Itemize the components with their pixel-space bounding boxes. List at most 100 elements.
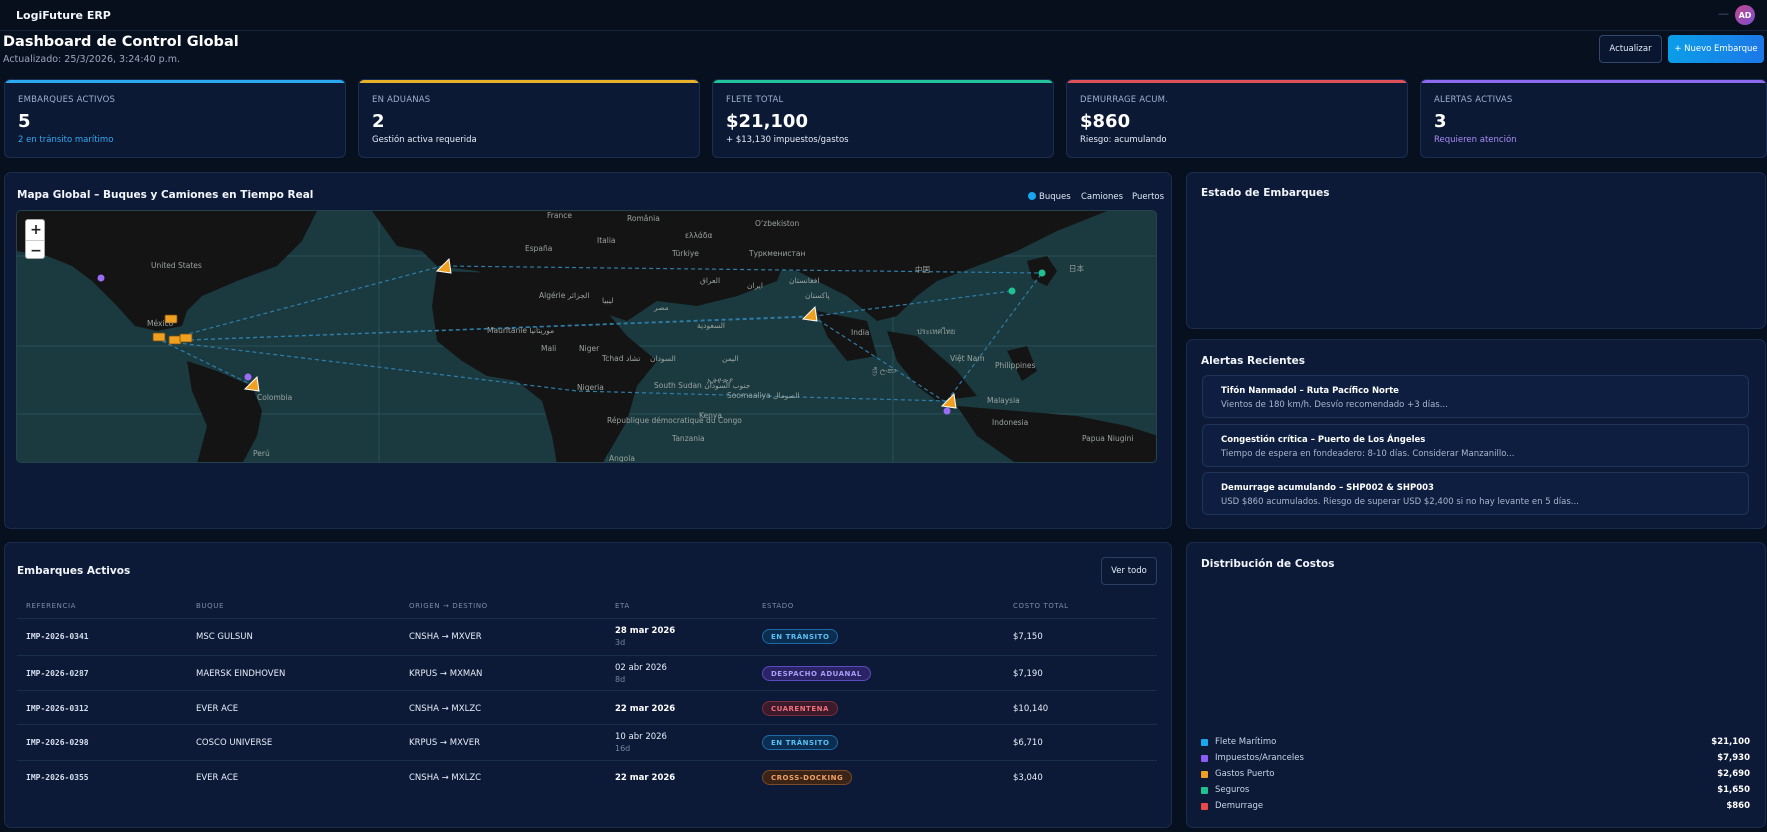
kpi-subtext: Riesgo: acumulando	[1080, 135, 1167, 145]
map-label: العراق	[700, 276, 721, 285]
kpi-card-customs: En Aduanas 2 Gestión activa requerida	[358, 79, 700, 158]
column-header-eta[interactable]: ETA	[615, 602, 630, 610]
last-updated: Actualizado: 25/3/2026, 3:24:40 p.m.	[3, 54, 180, 65]
kpi-value: $21,100	[726, 111, 808, 132]
cell-eta-days: 8d	[615, 675, 626, 684]
map-label: ශ්‍රී ලංකා	[872, 366, 896, 375]
truck-icon[interactable]	[152, 332, 166, 342]
costs-title: Distribución de Costos	[1201, 558, 1335, 570]
cost-amount: $7,930	[1717, 753, 1750, 763]
legend-ships[interactable]: Buques	[1028, 192, 1071, 202]
column-header-status[interactable]: Estado	[762, 602, 794, 610]
kpi-card-freight-total: Flete Total $21,100 + $13,130 impuestos/…	[712, 79, 1054, 158]
kpi-subtext: 2 en tránsito marítimo	[18, 135, 114, 145]
map-label: السعودية	[697, 321, 726, 330]
legend-swatch	[1201, 739, 1208, 746]
world-map[interactable]: + − France România ελλάδα España Italia …	[16, 210, 1157, 463]
cost-amount: $860	[1726, 801, 1750, 811]
map-label: Niger	[579, 344, 600, 353]
kpi-subtext: + $13,130 impuestos/gastos	[726, 135, 849, 145]
ship-icon[interactable]	[801, 305, 818, 322]
map-label: افغانستان	[789, 276, 820, 285]
alert-item[interactable]: Demurrage acumulando – SHP002 & SHP003 U…	[1202, 472, 1749, 515]
map-label: ประเทศไทย	[917, 327, 956, 336]
cost-name: Flete Marítimo	[1215, 737, 1277, 747]
table-row[interactable]: IMP-2026-0312 EVER ACE CNSHA → MXLZC 22 …	[17, 690, 1157, 724]
table-row[interactable]: IMP-2026-0341 MSC GULSUN CNSHA → MXVER 2…	[17, 618, 1157, 652]
zoom-in-button[interactable]: +	[26, 220, 44, 240]
ship-dot-icon	[1028, 192, 1036, 200]
legend-swatch	[1201, 755, 1208, 762]
column-header-reference[interactable]: Referencia	[26, 602, 76, 610]
legend-ports[interactable]: Puertos	[1132, 192, 1164, 202]
cell-eta-days: 16d	[615, 744, 631, 753]
map-label: Tchad تشاد	[602, 354, 641, 363]
cell-reference: IMP-2026-0341	[26, 632, 89, 641]
alert-description: USD $860 acumulados. Riesgo de superar U…	[1221, 497, 1579, 507]
avatar[interactable]: AD	[1735, 5, 1755, 25]
port-marker-icon[interactable]	[244, 373, 252, 381]
map-label: ایران	[747, 281, 763, 290]
zoom-out-button[interactable]: −	[26, 240, 44, 258]
cost-legend-item: Flete Marítimo $21,100	[1201, 737, 1750, 749]
kpi-card-active-shipments: Embarques Activos 5 2 en tránsito maríti…	[4, 79, 346, 158]
kpi-card-active-alerts: Alertas Activas 3 Requieren atención	[1420, 79, 1767, 158]
cell-route: KRPUS → MXMAN	[409, 669, 483, 679]
cell-eta: 02 abr 2026	[615, 663, 667, 673]
cell-eta: 10 abr 2026	[615, 732, 667, 742]
kpi-value: 5	[18, 111, 31, 132]
port-marker-icon[interactable]	[97, 274, 105, 282]
table-row[interactable]: IMP-2026-0298 COSCO UNIVERSE KRPUS → MXV…	[17, 724, 1157, 758]
map-label: South Sudan جنوب السودان	[654, 381, 751, 390]
kpi-value: $860	[1080, 111, 1131, 132]
column-header-cost[interactable]: Costo Total	[1013, 602, 1069, 610]
cell-cost: $10,140	[1013, 704, 1049, 714]
cell-reference: IMP-2026-0355	[26, 773, 89, 782]
column-header-route[interactable]: Origen → Destino	[409, 602, 488, 610]
kpi-label: En Aduanas	[372, 95, 431, 105]
kpi-card-demurrage: Demurrage Acum. $860 Riesgo: acumulando	[1066, 79, 1408, 158]
shipment-status-panel: Estado de Embarques	[1186, 172, 1766, 329]
legend-trucks[interactable]: Camiones	[1081, 192, 1123, 202]
map-label: Algérie الجزائر	[539, 291, 590, 300]
cell-eta-days: 3d	[615, 638, 626, 647]
truck-icon[interactable]	[179, 333, 193, 343]
cost-amount: $21,100	[1711, 737, 1750, 747]
cell-vessel: EVER ACE	[196, 773, 239, 783]
view-all-button[interactable]: Ver todo	[1101, 557, 1157, 585]
map-label: United States	[151, 261, 202, 270]
alert-item[interactable]: Congestión crítica – Puerto de Los Ángel…	[1202, 424, 1749, 467]
port-marker-icon[interactable]	[943, 407, 951, 415]
legend-swatch	[1201, 787, 1208, 794]
cell-eta: 28 mar 2026	[615, 626, 676, 636]
port-marker-icon[interactable]	[1038, 269, 1046, 277]
status-badge: EN TRÁNSITO	[762, 629, 839, 644]
cost-name: Demurrage	[1215, 801, 1264, 811]
port-marker-icon[interactable]	[1008, 287, 1016, 295]
table-row[interactable]: IMP-2026-0287 MAERSK EINDHOVEN KRPUS → M…	[17, 655, 1157, 689]
cell-route: KRPUS → MXVER	[409, 738, 480, 748]
map-label: مصر	[654, 303, 669, 312]
new-shipment-button[interactable]: + Nuevo Embarque	[1668, 35, 1764, 63]
alert-description: Vientos de 180 km/h. Desvío recomendado …	[1221, 400, 1448, 410]
map-label: Indonesia	[992, 418, 1029, 427]
cell-reference: IMP-2026-0312	[26, 704, 89, 713]
top-bar: LogiFuture ERP — AD	[0, 0, 1767, 31]
map-label: Türkiye	[672, 249, 699, 258]
table-row[interactable]: IMP-2026-0355 EVER ACE CNSHA → MXLZC 22 …	[17, 760, 1157, 794]
column-header-vessel[interactable]: Buque	[196, 602, 224, 610]
map-label: Việt Nam	[950, 354, 985, 363]
refresh-button[interactable]: Actualizar	[1599, 35, 1662, 63]
cost-amount: $2,690	[1717, 769, 1750, 779]
cell-route: CNSHA → MXLZC	[409, 773, 482, 783]
kpi-accent-bar	[359, 80, 699, 83]
cell-reference: IMP-2026-0287	[26, 669, 89, 678]
alert-item[interactable]: Tifón Nanmadol – Ruta Pacífico Norte Vie…	[1202, 375, 1749, 418]
map-label: España	[525, 244, 553, 253]
truck-icon[interactable]	[168, 335, 182, 345]
cost-name: Seguros	[1215, 785, 1250, 795]
legend-swatch	[1201, 771, 1208, 778]
status-badge: EN TRÁNSITO	[762, 735, 839, 750]
alert-title: Congestión crítica – Puerto de Los Ángel…	[1221, 435, 1426, 445]
kpi-value: 2	[372, 111, 385, 132]
